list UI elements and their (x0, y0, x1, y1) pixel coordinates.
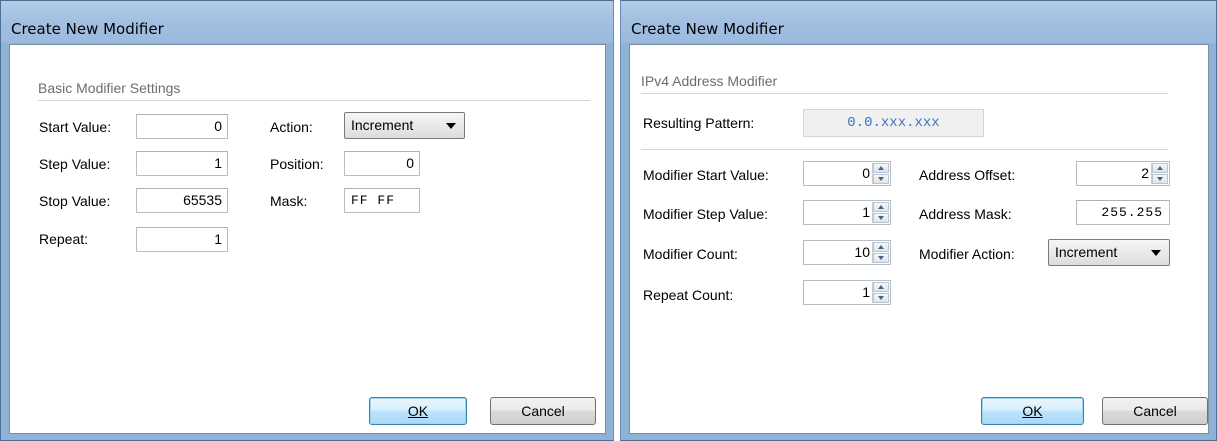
address-mask-label: Address Mask: (919, 206, 1012, 222)
modifier-count-label: Modifier Count: (643, 246, 738, 262)
repeat-count-value: 1 (862, 284, 870, 300)
modifier-action-select-value: Increment (1055, 244, 1118, 260)
title-bar[interactable]: Create New Modifier (621, 1, 1216, 43)
modifier-count-stepper[interactable]: 10 (803, 240, 891, 265)
repeat-label: Repeat: (39, 231, 89, 247)
stepper-buttons (872, 282, 889, 303)
group-title: IPv4 Address Modifier (641, 73, 778, 89)
cancel-button[interactable]: Cancel (490, 397, 596, 425)
spin-up-icon[interactable] (873, 282, 889, 292)
stepper-buttons (872, 202, 889, 223)
spin-up-icon[interactable] (1152, 163, 1168, 173)
spin-down-icon[interactable] (873, 253, 889, 263)
start-value-label: Start Value: (39, 119, 112, 135)
cancel-button[interactable]: Cancel (1102, 397, 1208, 425)
modifier-action-label: Modifier Action: (919, 246, 1015, 262)
modifier-start-value: 0 (862, 165, 870, 181)
section-divider (641, 149, 1168, 150)
stop-value-field[interactable]: 65535 (136, 188, 228, 213)
stepper-buttons (872, 242, 889, 263)
position-label: Position: (270, 156, 324, 172)
cancel-button-label: Cancel (1133, 403, 1177, 419)
stop-value-label: Stop Value: (39, 193, 111, 209)
dialog-title: Create New Modifier (631, 20, 784, 38)
title-bar[interactable]: Create New Modifier (1, 1, 613, 43)
modifier-step-value-stepper[interactable]: 1 (803, 200, 891, 225)
repeat-field[interactable]: 1 (136, 227, 228, 252)
spin-down-icon[interactable] (873, 293, 889, 303)
action-label: Action: (270, 119, 313, 135)
action-select-value: Increment (351, 117, 414, 133)
modifier-step-value: 1 (862, 204, 870, 220)
resulting-pattern-field: 0.0.xxx.xxx (803, 109, 984, 137)
ok-button-label: OK (1022, 403, 1043, 419)
group-divider (38, 100, 590, 101)
mask-label: Mask: (270, 193, 308, 209)
spin-up-icon[interactable] (873, 202, 889, 212)
group-divider (641, 93, 1168, 94)
dialog-title: Create New Modifier (11, 20, 164, 38)
position-field[interactable]: 0 (344, 151, 420, 176)
modifier-step-value-label: Modifier Step Value: (643, 206, 769, 222)
stepper-buttons (1151, 163, 1168, 184)
resulting-pattern-label: Resulting Pattern: (643, 115, 755, 131)
spin-down-icon[interactable] (873, 174, 889, 184)
chevron-down-icon (1151, 250, 1161, 256)
step-value-field[interactable]: 1 (136, 151, 228, 176)
repeat-count-label: Repeat Count: (643, 287, 734, 303)
spin-up-icon[interactable] (873, 242, 889, 252)
start-value-field[interactable]: 0 (136, 114, 228, 139)
mask-field[interactable]: FF FF (344, 188, 420, 213)
modifier-start-value-label: Modifier Start Value: (643, 167, 769, 183)
modifier-count-value: 10 (854, 244, 870, 260)
group-title: Basic Modifier Settings (38, 80, 181, 96)
step-value-label: Step Value: (39, 156, 111, 172)
dialog-client-area: IPv4 Address Modifier Resulting Pattern:… (629, 44, 1209, 434)
address-offset-value: 2 (1141, 165, 1149, 181)
stepper-buttons (872, 163, 889, 184)
spin-down-icon[interactable] (1152, 174, 1168, 184)
action-select[interactable]: Increment (344, 112, 465, 139)
address-offset-label: Address Offset: (919, 167, 1016, 183)
chevron-down-icon (446, 123, 456, 129)
modifier-start-value-stepper[interactable]: 0 (803, 161, 891, 186)
create-modifier-dialog-basic: Create New Modifier Basic Modifier Setti… (0, 0, 614, 441)
repeat-count-stepper[interactable]: 1 (803, 280, 891, 305)
spin-up-icon[interactable] (873, 163, 889, 173)
dialog-client-area: Basic Modifier Settings Start Value: 0 S… (9, 44, 606, 434)
cancel-button-label: Cancel (521, 403, 565, 419)
modifier-action-select[interactable]: Increment (1048, 239, 1170, 266)
address-mask-field[interactable]: 255.255 (1076, 200, 1170, 225)
ok-button[interactable]: OK (369, 397, 467, 425)
ok-button[interactable]: OK (981, 397, 1084, 425)
spin-down-icon[interactable] (873, 213, 889, 223)
create-modifier-dialog-ipv4: Create New Modifier IPv4 Address Modifie… (620, 0, 1217, 441)
ok-button-label: OK (407, 403, 429, 419)
address-offset-stepper[interactable]: 2 (1076, 161, 1170, 186)
